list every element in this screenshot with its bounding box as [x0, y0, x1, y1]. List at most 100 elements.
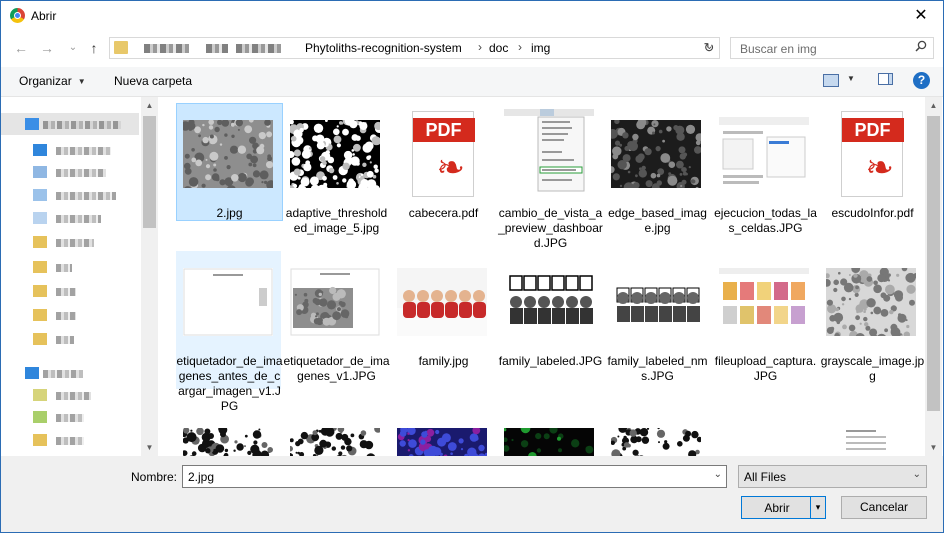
nav-item-label[interactable] — [56, 336, 74, 344]
recent-locations-dropdown[interactable]: ⌄ — [64, 40, 82, 56]
nav-scrollbar[interactable]: ▲ ▼ — [141, 97, 158, 456]
file-name: cabecera.pdf — [408, 206, 479, 220]
file-name: ejecucion_todas_las_celdas.JPG — [714, 206, 817, 235]
file-thumbnail — [610, 417, 701, 456]
cancel-button[interactable]: Cancelar — [841, 496, 927, 519]
file-thumbnail — [718, 257, 809, 347]
chrome-icon — [10, 8, 25, 23]
filename-label: Nombre: — [131, 470, 178, 484]
nav-item-label[interactable] — [56, 147, 111, 155]
file-thumbnail — [825, 417, 916, 456]
file-thumbnail — [182, 417, 273, 456]
breadcrumb-img[interactable]: img — [531, 41, 550, 55]
file-thumbnail — [825, 257, 916, 347]
file-thumbnail — [503, 109, 594, 199]
folder-icon — [114, 41, 128, 54]
file-name: 2.jpg — [216, 206, 243, 220]
file-name: adaptive_thresholded_image_5.jpg — [285, 206, 388, 235]
breadcrumb-project[interactable]: Phytoliths-recognition-system — [305, 41, 462, 55]
file-thumbnail — [718, 417, 809, 456]
file-name: family_labeled.JPG — [498, 354, 603, 368]
new-folder-button[interactable]: Nueva carpeta — [114, 74, 192, 88]
breadcrumb-separator[interactable]: › — [518, 40, 522, 54]
scroll-down-button[interactable]: ▼ — [141, 439, 158, 456]
file-thumbnail — [289, 109, 380, 199]
pdf-file-icon: PDF ❧ — [406, 111, 478, 197]
up-button[interactable]: ↑ — [85, 40, 103, 56]
refresh-button[interactable]: ↻ — [700, 40, 718, 56]
file-thumbnail — [182, 109, 273, 199]
drive-icon — [25, 118, 39, 130]
nav-item-label[interactable] — [56, 392, 91, 400]
navigation-pane[interactable] — [1, 97, 158, 456]
organize-label: Organizar — [19, 74, 72, 88]
chevron-down-icon: ▼ — [77, 77, 86, 86]
file-thumbnail — [289, 257, 380, 347]
search-input[interactable]: Buscar en img — [740, 42, 817, 56]
organize-menu[interactable]: Organizar ▼ — [19, 74, 86, 88]
folder-icon — [33, 434, 47, 446]
network-icon — [25, 367, 39, 379]
nav-item-label[interactable] — [56, 169, 106, 177]
change-view-icon[interactable] — [823, 74, 839, 87]
file-thumbnail — [289, 417, 380, 456]
file-name: family.jpg — [418, 354, 469, 368]
file-thumbnail — [396, 257, 487, 347]
file-name: escudoInfor.pdf — [831, 206, 914, 220]
nav-item-label[interactable] — [56, 264, 72, 272]
chevron-down-icon[interactable]: ⌄ — [714, 469, 722, 480]
folder-icon — [33, 411, 47, 423]
breadcrumb-doc[interactable]: doc — [489, 41, 508, 55]
file-name: edge_based_image.jpg — [608, 206, 707, 235]
search-box[interactable]: Buscar en img — [730, 37, 934, 59]
help-button[interactable]: ? — [913, 72, 930, 89]
nav-item-label[interactable] — [56, 414, 84, 422]
back-button[interactable]: ← — [12, 40, 30, 56]
open-button[interactable]: Abrir ▾ — [741, 496, 826, 519]
nav-item-label[interactable] — [43, 370, 83, 378]
view-dropdown[interactable]: ▼ — [847, 74, 855, 83]
nav-item-label[interactable] — [43, 121, 121, 129]
drive-icon — [33, 166, 47, 178]
files-scroll-thumb[interactable] — [927, 116, 940, 411]
filename-combobox[interactable]: 2.jpg ⌄ — [182, 465, 727, 488]
folder-icon — [33, 285, 47, 297]
breadcrumb-separator[interactable]: › — [478, 40, 482, 54]
file-thumbnail — [503, 417, 594, 456]
drive-icon — [33, 212, 47, 224]
nav-item-label[interactable] — [56, 288, 76, 296]
command-bar: Organizar ▼ Nueva carpeta — [1, 67, 943, 97]
files-scrollbar[interactable]: ▲ ▼ — [925, 97, 942, 456]
redacted-path — [144, 44, 189, 53]
nav-item-label[interactable] — [56, 239, 94, 247]
nav-scroll-thumb[interactable] — [143, 116, 156, 228]
file-thumbnail — [182, 257, 273, 347]
file-name: family_labeled_nms.JPG — [607, 354, 708, 383]
redacted-path — [236, 44, 281, 53]
file-thumbnail — [503, 257, 594, 347]
nav-item-label[interactable] — [56, 215, 101, 223]
open-split-arrow[interactable]: ▾ — [810, 497, 825, 518]
folder-icon — [33, 333, 47, 345]
open-dialog: Abrir ✕ ← → ⌄ ↑ Phytoliths-recognition-s… — [0, 0, 944, 533]
nav-item-label[interactable] — [56, 312, 76, 320]
filetype-select[interactable]: All Files ⌄ — [738, 465, 927, 488]
file-thumbnail: PDF ❧ — [825, 109, 916, 199]
nav-item-label[interactable] — [56, 437, 84, 445]
filetype-value: All Files — [744, 470, 787, 484]
preview-pane-button[interactable] — [878, 73, 893, 85]
drive-icon — [33, 144, 47, 156]
scroll-up-button[interactable]: ▲ — [925, 97, 942, 114]
filename-input[interactable]: 2.jpg — [188, 470, 214, 484]
file-thumbnail — [396, 417, 487, 456]
dialog-footer: Nombre: 2.jpg ⌄ All Files ⌄ Abrir ▾ Canc… — [1, 456, 943, 532]
forward-button[interactable]: → — [38, 40, 56, 56]
scroll-up-button[interactable]: ▲ — [141, 97, 158, 114]
file-name: etiquetador_de_imagenes_v1.JPG — [283, 354, 390, 383]
scroll-down-button[interactable]: ▼ — [925, 439, 942, 456]
file-thumbnail — [610, 257, 701, 347]
address-bar[interactable]: Phytoliths-recognition-system › doc › im… — [109, 37, 720, 59]
close-button[interactable]: ✕ — [899, 1, 943, 31]
nav-item-label[interactable] — [56, 192, 116, 200]
file-list[interactable]: 2.jpg adaptive_thresholded_image_5.jpg PDF… — [158, 97, 925, 456]
